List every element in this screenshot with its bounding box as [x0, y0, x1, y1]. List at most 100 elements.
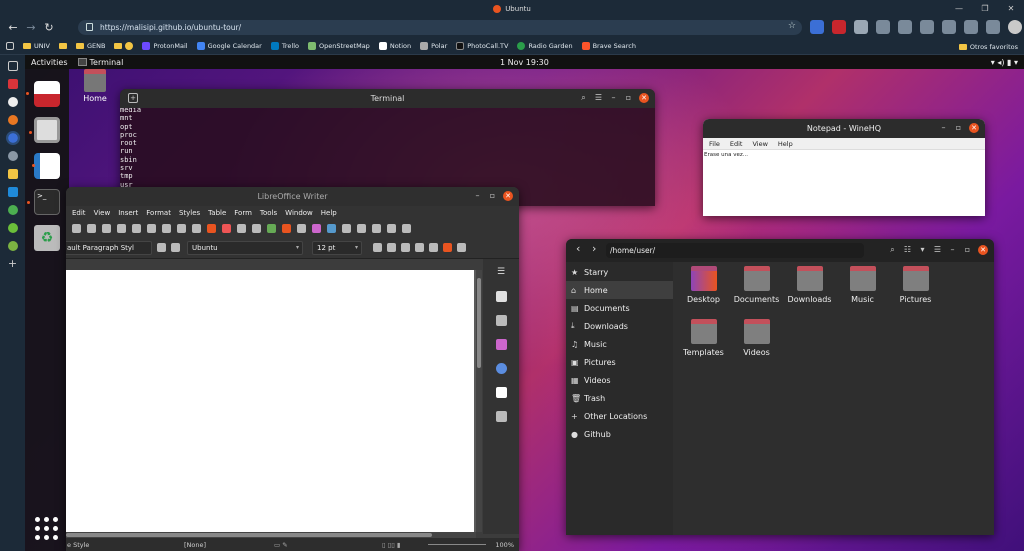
document-page[interactable]: [66, 270, 474, 532]
menu-item-edit[interactable]: Edit: [730, 140, 743, 148]
writer-title-bar[interactable]: LibreOffice Writer – ▫ ✕: [66, 187, 519, 206]
open-icon[interactable]: [87, 223, 96, 233]
close-button[interactable]: ✕: [503, 191, 513, 201]
view-list-icon[interactable]: ☷: [903, 245, 912, 255]
sidebar-item-github[interactable]: ● Github: [566, 425, 673, 443]
search-icon[interactable]: ⌕: [579, 93, 588, 103]
paste-icon[interactable]: [192, 223, 201, 233]
hamburger-menu-icon[interactable]: ☰: [933, 245, 942, 255]
menu-item-view[interactable]: View: [752, 140, 767, 148]
cut-icon[interactable]: [162, 223, 171, 233]
dock-app-trash[interactable]: ♻: [34, 225, 60, 251]
sidebar-github-icon[interactable]: [7, 97, 18, 107]
dock-app-writer[interactable]: [32, 153, 60, 179]
sidebar-item-music[interactable]: ♫ Music: [566, 335, 673, 353]
menu-item-table[interactable]: Table: [208, 209, 226, 217]
extension-red-icon[interactable]: [832, 20, 846, 34]
sidebar-item-documents[interactable]: ▤ Documents: [566, 299, 673, 317]
folder-item[interactable]: Music: [835, 264, 890, 304]
font-color-icon[interactable]: [443, 243, 452, 252]
highlight-icon[interactable]: [457, 243, 466, 252]
extension-clipboard-icon[interactable]: [854, 20, 868, 34]
desktop-home-icon[interactable]: Home: [82, 69, 108, 103]
active-app-name[interactable]: Terminal: [90, 58, 124, 67]
bookmark-folder-2[interactable]: [114, 42, 134, 50]
menu-item-form[interactable]: Form: [234, 209, 252, 217]
menu-item-styles[interactable]: Styles: [179, 209, 200, 217]
sidebar-active-icon[interactable]: [5, 131, 20, 145]
maximize-button[interactable]: ▫: [954, 123, 963, 133]
menu-item-view[interactable]: View: [94, 209, 111, 217]
sidebar-blue-icon[interactable]: [7, 187, 18, 197]
other-favorites[interactable]: Otros favoritos: [958, 38, 1018, 55]
maximize-button[interactable]: ▫: [488, 191, 497, 201]
bookmark-google-calendar[interactable]: Google Calendar: [196, 42, 262, 50]
sidebar-item-pictures[interactable]: ▣ Pictures: [566, 353, 673, 371]
files-header-bar[interactable]: ‹ › /home/user/ ⌕ ☷ ▾ ☰ – ▫ ✕: [566, 239, 994, 262]
close-button[interactable]: ✕: [998, 0, 1024, 17]
close-button[interactable]: ✕: [969, 123, 979, 133]
paragraph-style-select[interactable]: ault Paragraph Styl: [66, 240, 152, 255]
sidebar-gray-icon[interactable]: [7, 151, 18, 161]
page-style-status[interactable]: e Style: [67, 541, 89, 549]
back-button[interactable]: ‹: [576, 242, 580, 255]
update-style-icon[interactable]: [171, 243, 180, 252]
sidebar-red-icon[interactable]: [7, 79, 18, 89]
maximize-button[interactable]: ▫: [963, 245, 972, 255]
folder-item[interactable]: Templates: [676, 317, 731, 357]
bold-icon[interactable]: [373, 243, 382, 252]
sidebar-orange-icon[interactable]: [7, 115, 18, 125]
formatting-marks-icon[interactable]: [282, 223, 291, 233]
clock[interactable]: 1 Nov 19:30: [500, 58, 549, 67]
vertical-scrollbar[interactable]: [476, 270, 482, 532]
strikethrough-icon[interactable]: [415, 243, 424, 252]
dock-app-browser[interactable]: [26, 81, 60, 107]
menu-item-help[interactable]: Help: [778, 140, 793, 148]
properties-icon[interactable]: [495, 291, 507, 302]
dock-app-files[interactable]: [29, 117, 60, 143]
maximize-button[interactable]: ▫: [624, 93, 633, 103]
extension-translate-icon[interactable]: [810, 20, 824, 34]
folder-item[interactable]: Videos: [729, 317, 784, 357]
activities-button[interactable]: Activities: [31, 58, 68, 67]
insert-field-icon[interactable]: [372, 223, 381, 233]
view-layout-icons[interactable]: ▯ ▯▯ ▮: [382, 541, 400, 549]
page-break-icon[interactable]: [357, 223, 366, 233]
terminal-title-bar[interactable]: + Terminal ⌕ ☰ – ▫ ✕: [120, 89, 655, 108]
bookmark-polar[interactable]: Polar: [420, 42, 447, 50]
extension-sync-icon[interactable]: [920, 20, 934, 34]
address-bar[interactable]: https://malisipi.github.io/ubuntu-tour/ …: [78, 20, 802, 35]
menu-item-help[interactable]: Help: [321, 209, 337, 217]
italic-icon[interactable]: [387, 243, 396, 252]
gallery-icon[interactable]: [495, 339, 507, 350]
sidebar-item-trash[interactable]: 🗑 Trash: [566, 389, 673, 407]
save-icon[interactable]: [102, 223, 111, 233]
undo-icon[interactable]: [222, 223, 231, 233]
maximize-button[interactable]: ❐: [972, 0, 998, 17]
bookmark-protonmail[interactable]: ProtonMail: [142, 42, 188, 50]
copy-icon[interactable]: [177, 223, 186, 233]
notepad-text-area[interactable]: Erase una vez...: [703, 150, 985, 160]
new-document-icon[interactable]: [72, 223, 81, 233]
export-pdf-icon[interactable]: [117, 223, 126, 233]
sidebar-item-home[interactable]: ⌂ Home: [566, 281, 673, 299]
new-style-icon[interactable]: [157, 243, 166, 252]
sidebar-green-icon[interactable]: [7, 205, 18, 215]
zoom-level[interactable]: 100%: [495, 541, 514, 549]
sidebar-item-starry[interactable]: ★ Starry: [566, 263, 673, 281]
forward-button[interactable]: →: [22, 21, 40, 34]
close-button[interactable]: ✕: [978, 245, 988, 255]
sidebar-item-videos[interactable]: ▦ Videos: [566, 371, 673, 389]
folder-item[interactable]: Documents: [729, 264, 784, 304]
bookmarks-bar-icon[interactable]: [6, 42, 14, 50]
minimize-button[interactable]: –: [948, 245, 957, 255]
zoom-slider[interactable]: [428, 544, 486, 545]
spelling-icon[interactable]: [267, 223, 276, 233]
bookmark-openstreetmap[interactable]: OpenStreetMap: [307, 42, 370, 50]
search-icon[interactable]: ⌕: [888, 245, 897, 255]
page-icon[interactable]: [495, 387, 507, 398]
superscript-icon[interactable]: [429, 243, 438, 252]
bookmark-folder[interactable]: [58, 43, 67, 49]
folder-item[interactable]: Downloads: [782, 264, 837, 304]
language-status[interactable]: [None]: [184, 541, 206, 549]
